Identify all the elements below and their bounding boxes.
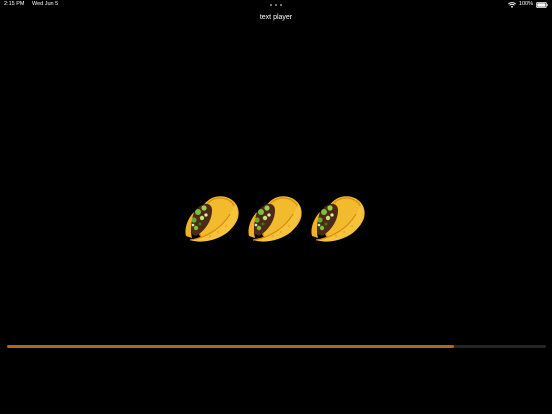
emoji-row xyxy=(182,188,366,246)
status-indicators: 100% xyxy=(507,1,548,8)
taco-emoji xyxy=(245,188,303,246)
emoji-display xyxy=(0,188,552,248)
playback-progress-bar[interactable] xyxy=(7,345,546,348)
battery-icon xyxy=(536,1,548,8)
multitasking-dots-icon[interactable] xyxy=(270,3,282,6)
status-time: 2:15 PM xyxy=(4,1,25,7)
taco-emoji xyxy=(182,188,240,246)
battery-percent: 100% xyxy=(518,1,533,7)
page-title: text player xyxy=(259,14,293,21)
status-date: Wed Jun 5 xyxy=(32,1,59,7)
playback-progress-fill xyxy=(7,345,455,348)
status-bar: 2:15 PM Wed Jun 5 100% xyxy=(0,0,552,10)
taco-emoji xyxy=(308,188,366,246)
app-screen: 2:15 PM Wed Jun 5 100% text player xyxy=(0,0,552,414)
status-time-date: 2:15 PM Wed Jun 5 xyxy=(4,1,58,8)
wifi-icon xyxy=(507,1,516,8)
